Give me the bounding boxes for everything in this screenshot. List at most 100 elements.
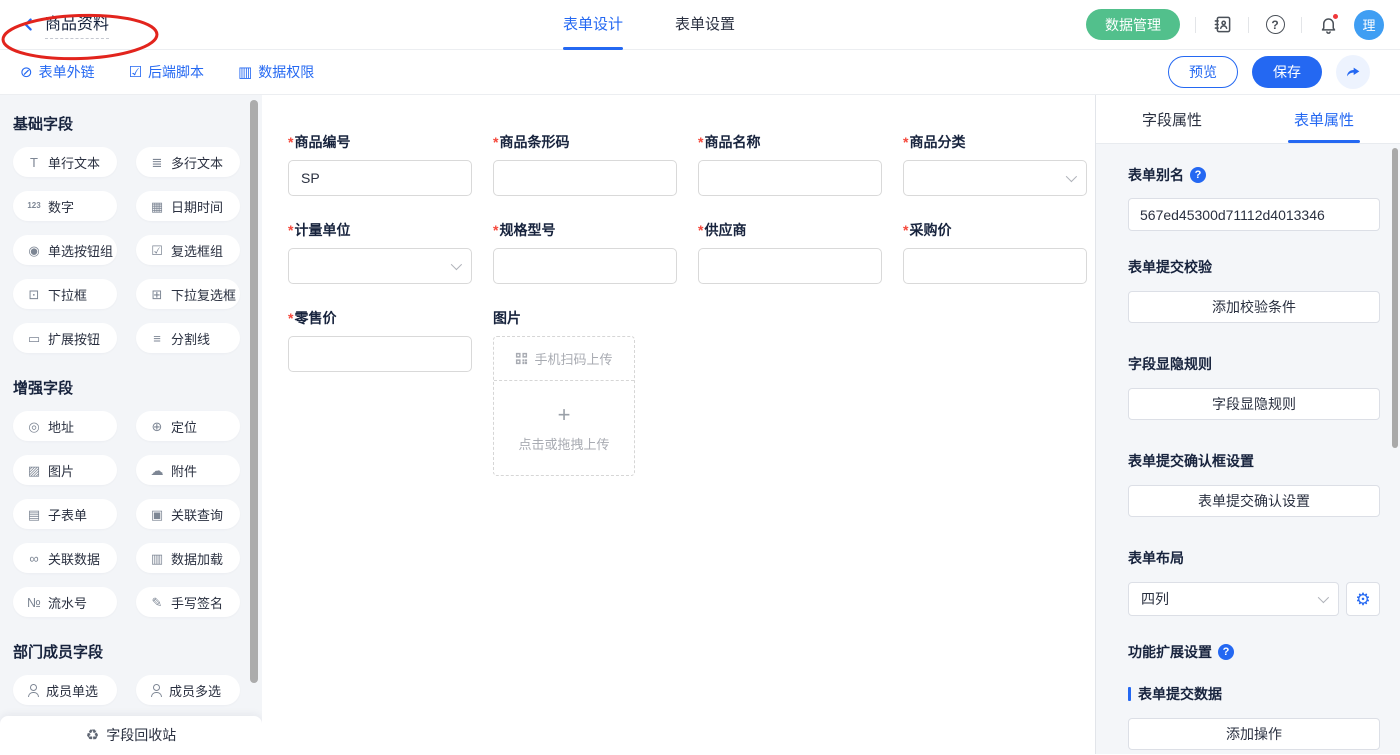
number-icon: 123	[26, 202, 42, 210]
field-type-divider[interactable]: ≡分割线	[136, 323, 240, 353]
field-label: 规格型号	[499, 220, 555, 240]
share-button[interactable]	[1336, 55, 1370, 89]
field-type-address[interactable]: ◎地址	[13, 411, 117, 441]
help-icon[interactable]	[1190, 167, 1206, 183]
user-avatar[interactable]: 理	[1354, 10, 1384, 40]
barcode-input[interactable]	[493, 160, 677, 196]
form-field-spec-model[interactable]: *规格型号	[493, 220, 677, 284]
add-validation-button[interactable]: 添加校验条件	[1128, 291, 1380, 323]
field-type-single-line-text[interactable]: T单行文本	[13, 147, 117, 177]
tab-form-design[interactable]: 表单设计	[563, 0, 623, 50]
section-basic-fields: 基础字段 T单行文本 ≣多行文本 123数字 ▦日期时间 ◉单选按钮组 ☑复选框…	[13, 113, 262, 353]
form-external-link[interactable]: ⊘ 表单外链	[20, 62, 95, 82]
data-manage-button[interactable]: 数据管理	[1086, 9, 1180, 40]
required-asterisk: *	[493, 222, 498, 238]
purchase-price-input[interactable]	[903, 248, 1087, 284]
field-type-relation-query[interactable]: ▣关联查询	[136, 499, 240, 529]
save-button[interactable]: 保存	[1252, 56, 1322, 88]
section-title: 部门成员字段	[13, 641, 262, 662]
script-icon: ☑	[129, 65, 142, 80]
properties-scrollbar[interactable]	[1392, 148, 1398, 448]
address-book-icon[interactable]	[1211, 14, 1233, 36]
submit-data-group-heading: 表单提交数据	[1128, 684, 1380, 704]
category-select[interactable]	[903, 160, 1087, 196]
textarea-icon: ≣	[149, 156, 165, 169]
field-visibility-button[interactable]: 字段显隐规则	[1128, 388, 1380, 420]
target-icon: ⊕	[149, 420, 165, 433]
form-title[interactable]: 商品资料	[45, 10, 109, 39]
field-type-multi-dropdown[interactable]: ⊞下拉复选框	[136, 279, 240, 309]
form-field-barcode[interactable]: *商品条形码	[493, 132, 677, 196]
tab-form-settings[interactable]: 表单设置	[675, 0, 735, 50]
retail-price-input[interactable]	[288, 336, 472, 372]
spec-model-input[interactable]	[493, 248, 677, 284]
scan-upload-button[interactable]: 手机扫码上传	[494, 337, 634, 381]
qr-code-icon	[515, 352, 528, 365]
main-tabs: 表单设计 表单设置	[563, 0, 735, 50]
main-area: 基础字段 T单行文本 ≣多行文本 123数字 ▦日期时间 ◉单选按钮组 ☑复选框…	[0, 95, 1400, 754]
sidebar-scrollbar[interactable]	[250, 100, 258, 683]
help-icon[interactable]	[1264, 14, 1286, 36]
product-name-input[interactable]	[698, 160, 882, 196]
product-code-input[interactable]: SP	[288, 160, 472, 196]
layout-settings-button[interactable]: ⚙	[1346, 582, 1380, 616]
lookup-icon: ▣	[149, 508, 165, 521]
field-type-dropdown[interactable]: ⊡下拉框	[13, 279, 117, 309]
field-label: 商品分类	[909, 132, 965, 152]
form-field-purchase-price[interactable]: *采购价	[903, 220, 1087, 284]
form-field-product-name[interactable]: *商品名称	[698, 132, 882, 196]
chart-icon: ▥	[149, 552, 165, 565]
field-type-image[interactable]: ▨图片	[13, 455, 117, 485]
permission-icon: ▥	[238, 65, 252, 80]
field-type-attachment[interactable]: ☁附件	[136, 455, 240, 485]
submit-confirm-button[interactable]: 表单提交确认设置	[1128, 485, 1380, 517]
field-type-member-multi[interactable]: 成员多选	[136, 675, 240, 705]
form-alias-input[interactable]: 567ed45300d71112d4013346	[1128, 198, 1380, 231]
field-type-radio-group[interactable]: ◉单选按钮组	[13, 235, 117, 265]
field-type-extend-button[interactable]: ▭扩展按钮	[13, 323, 117, 353]
form-canvas[interactable]: *商品编号 SP *商品条形码 *商品名称 *商品分类 *计量单位 *规格型号	[262, 95, 1095, 754]
field-type-signature[interactable]: ✎手写签名	[136, 587, 240, 617]
field-type-data-load[interactable]: ▥数据加载	[136, 543, 240, 573]
form-field-product-code[interactable]: *商品编号 SP	[288, 132, 472, 196]
backend-script-link[interactable]: ☑ 后端脚本	[129, 62, 204, 82]
field-type-checkbox-group[interactable]: ☑复选框组	[136, 235, 240, 265]
field-type-location[interactable]: ⊕定位	[136, 411, 240, 441]
form-field-category[interactable]: *商品分类	[903, 132, 1087, 196]
form-toolbar: ⊘ 表单外链 ☑ 后端脚本 ▥ 数据权限 预览 保存	[0, 50, 1400, 95]
field-recycle-bin[interactable]: ♻ 字段回收站	[0, 716, 262, 754]
field-type-serial-number[interactable]: №流水号	[13, 587, 117, 617]
field-type-relation-data[interactable]: ∞关联数据	[13, 543, 117, 573]
submit-confirm-heading: 表单提交确认框设置	[1128, 451, 1380, 471]
tab-field-properties[interactable]: 字段属性	[1096, 95, 1248, 143]
help-icon[interactable]	[1218, 644, 1234, 660]
form-layout-select[interactable]: 四列	[1128, 582, 1339, 616]
add-submit-action-button[interactable]: 添加操作	[1128, 718, 1380, 750]
accent-bar	[1128, 687, 1131, 701]
extension-settings-heading: 功能扩展设置	[1128, 642, 1380, 662]
button-icon: ▭	[26, 332, 42, 345]
plus-icon: +	[558, 404, 571, 426]
field-type-member-single[interactable]: 成员单选	[13, 675, 117, 705]
pen-icon: ✎	[149, 596, 165, 609]
form-field-supplier[interactable]: *供应商	[698, 220, 882, 284]
submit-validation-heading: 表单提交校验	[1128, 257, 1380, 277]
field-type-number[interactable]: 123数字	[13, 191, 117, 221]
supplier-input[interactable]	[698, 248, 882, 284]
back-button[interactable]	[20, 16, 37, 33]
toolbar-actions: 预览 保存	[1168, 55, 1400, 89]
field-type-subform[interactable]: ▤子表单	[13, 499, 117, 529]
data-permission-link[interactable]: ▥ 数据权限	[238, 62, 314, 82]
field-type-datetime[interactable]: ▦日期时间	[136, 191, 240, 221]
notification-dot	[1332, 13, 1339, 20]
notification-bell-icon[interactable]	[1317, 14, 1339, 36]
preview-button[interactable]: 预览	[1168, 56, 1238, 88]
form-field-retail-price[interactable]: *零售价	[288, 308, 472, 476]
form-field-unit[interactable]: *计量单位	[288, 220, 472, 284]
tab-form-properties[interactable]: 表单属性	[1248, 95, 1400, 143]
field-type-multi-line-text[interactable]: ≣多行文本	[136, 147, 240, 177]
unit-select[interactable]	[288, 248, 472, 284]
drop-upload-zone[interactable]: + 点击或拖拽上传	[494, 381, 634, 475]
form-field-image[interactable]: 图片 手机扫码上传 + 点击或拖拽上传	[493, 308, 677, 476]
serial-icon: №	[26, 596, 42, 609]
